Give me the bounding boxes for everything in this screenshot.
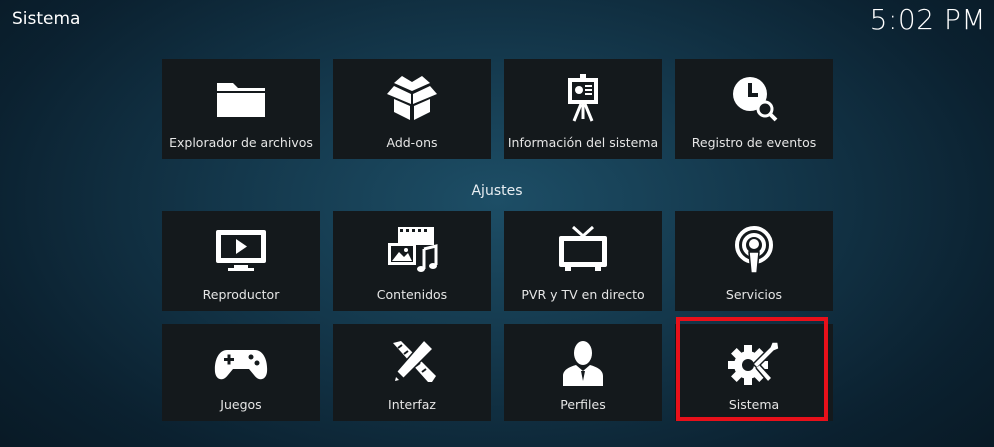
tile-file-explorer[interactable]: Explorador de archivos [162, 59, 320, 159]
presentation-board-icon [504, 73, 662, 123]
tile-label: PVR y TV en directo [521, 287, 645, 302]
tile-event-log[interactable]: Registro de eventos [675, 59, 833, 159]
window-title: Sistema [12, 9, 81, 29]
tile-label: Juegos [220, 397, 262, 412]
tile-media[interactable]: Contenidos [333, 211, 491, 311]
user-profile-icon [504, 338, 662, 388]
tile-system-info[interactable]: Información del sistema [504, 59, 662, 159]
gamepad-icon [162, 338, 320, 388]
tile-label: Servicios [725, 287, 783, 302]
tile-profiles[interactable]: Perfiles [504, 324, 662, 421]
box-icon [333, 73, 491, 123]
gear-tools-icon [675, 338, 833, 388]
tile-services[interactable]: Servicios [675, 211, 833, 311]
podcast-icon [675, 225, 833, 275]
clock-search-icon [675, 73, 833, 123]
tile-label: Explorador de archivos [169, 135, 313, 150]
tile-label: Add-ons [386, 135, 438, 150]
tile-label: Registro de eventos [691, 135, 817, 150]
settings-section-heading: Ajustes [471, 183, 523, 199]
tile-label: Contenidos [376, 287, 448, 302]
tile-system[interactable]: Sistema [675, 324, 833, 421]
tile-label: Sistema [728, 397, 780, 412]
tile-games[interactable]: Juegos [162, 324, 320, 421]
folder-icon [162, 73, 320, 123]
tile-interface[interactable]: Interfaz [333, 324, 491, 421]
tile-player[interactable]: Reproductor [162, 211, 320, 311]
tile-label: Reproductor [202, 287, 280, 302]
tile-label: Interfaz [388, 397, 436, 412]
tv-icon [504, 225, 662, 275]
tile-pvr-tv[interactable]: PVR y TV en directo [504, 211, 662, 311]
tile-addons[interactable]: Add-ons [333, 59, 491, 159]
monitor-play-icon [162, 225, 320, 275]
tile-label: Perfiles [560, 397, 606, 412]
ruler-pencil-icon [333, 338, 491, 388]
tile-label: Información del sistema [507, 135, 659, 150]
clock: 5:02 PM [869, 3, 986, 36]
media-library-icon [333, 225, 491, 275]
